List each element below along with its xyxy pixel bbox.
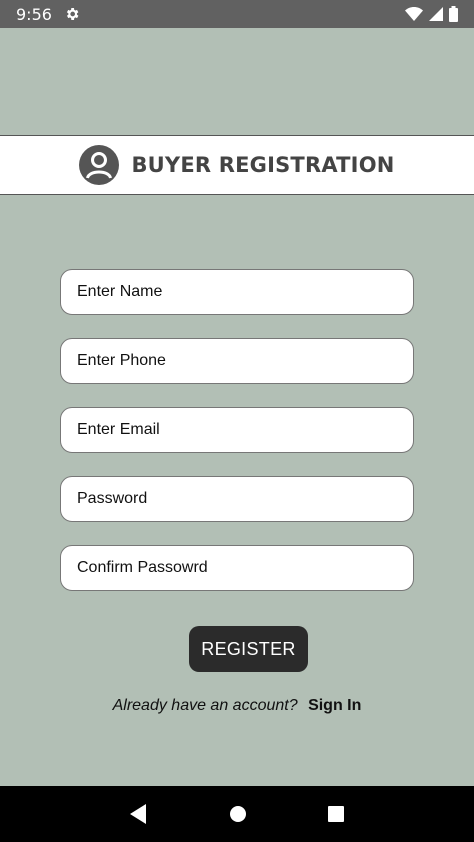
status-time: 9:56 — [16, 4, 52, 24]
signin-link[interactable]: Sign In — [308, 697, 361, 714]
user-avatar-icon — [79, 145, 120, 185]
navigation-bar — [0, 786, 474, 842]
cell-signal-icon — [429, 7, 443, 21]
battery-icon — [449, 6, 458, 22]
page-header: BUYER REGISTRATION — [0, 135, 474, 195]
confirm-password-input[interactable] — [60, 545, 414, 591]
nav-back-icon[interactable] — [130, 804, 148, 824]
status-bar: 9:56 — [0, 0, 474, 28]
page-title: BUYER REGISTRATION — [131, 153, 395, 177]
password-input[interactable] — [60, 476, 414, 522]
name-input[interactable] — [60, 269, 414, 315]
nav-recents-icon[interactable] — [327, 806, 344, 822]
registration-form — [60, 269, 414, 614]
signin-row: Already have an account? Sign In — [0, 697, 474, 715]
email-input[interactable] — [60, 407, 414, 453]
nav-home-icon[interactable] — [229, 805, 247, 823]
wifi-icon — [405, 7, 423, 21]
register-button[interactable]: REGISTER — [189, 626, 308, 672]
account-prompt: Already have an account? — [112, 697, 298, 714]
phone-input[interactable] — [60, 338, 414, 384]
settings-gear-icon — [66, 8, 79, 20]
